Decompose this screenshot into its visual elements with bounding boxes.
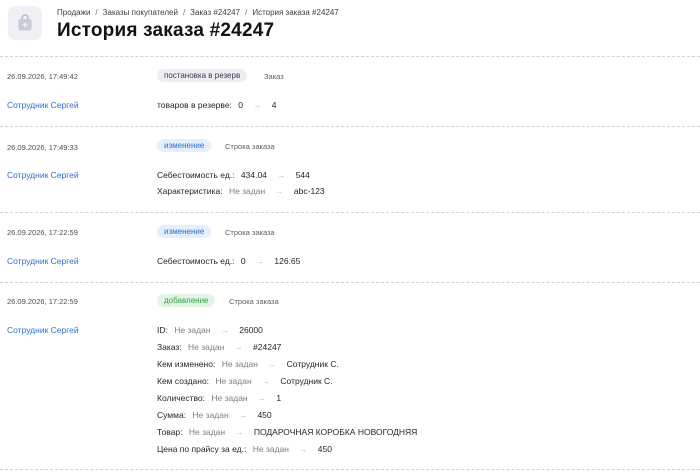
- breadcrumb-separator: /: [245, 8, 248, 17]
- divider: [0, 126, 700, 127]
- action-badge: изменение: [157, 225, 212, 238]
- breadcrumb-separator: /: [95, 8, 98, 17]
- entry-timestamp: 26.09.2026, 17:49:33: [7, 143, 78, 152]
- change-row: Цена по прайсу за ед.: Не задан → 450: [157, 444, 332, 454]
- old-value: Не задан: [211, 393, 248, 403]
- divider: [0, 282, 700, 283]
- divider: [0, 469, 700, 470]
- arrow-right-icon: →: [253, 101, 262, 110]
- entity-tag: Строка заказа: [225, 228, 275, 237]
- field-label: Кем создано:: [157, 376, 210, 386]
- change-row: товаров в резерве: 0 → 4: [157, 100, 277, 110]
- new-value: Сотрудник С.: [286, 359, 339, 369]
- field-label: Себестоимость ед.:: [157, 256, 235, 266]
- arrow-right-icon: →: [277, 171, 286, 180]
- new-value: 450: [317, 444, 332, 454]
- new-value: ПОДАРОЧНАЯ КОРОБКА НОВОГОДНЯЯ: [253, 427, 418, 437]
- change-row: ID: Не задан → 26000: [157, 325, 263, 335]
- action-badge: изменение: [157, 139, 212, 152]
- breadcrumb-item-current: История заказа #24247: [252, 8, 339, 17]
- divider: [0, 212, 700, 213]
- entity-tag: Заказ: [264, 72, 284, 81]
- arrow-right-icon: →: [268, 360, 277, 369]
- app-logo[interactable]: [8, 6, 42, 40]
- new-value: 4: [271, 100, 277, 110]
- new-value: 26000: [239, 325, 263, 335]
- old-value: Не задан: [221, 359, 258, 369]
- field-label: Цена по прайсу за ед.:: [157, 444, 247, 454]
- new-value: #24247: [253, 342, 282, 352]
- arrow-right-icon: →: [239, 411, 248, 420]
- change-row: Сумма: Не задан → 450: [157, 410, 272, 420]
- breadcrumb-item-sales[interactable]: Продажи: [57, 8, 90, 17]
- old-value: Не задан: [188, 427, 226, 437]
- change-row: Кем изменено: Не задан → Сотрудник С.: [157, 359, 339, 369]
- arrow-right-icon: →: [235, 428, 244, 437]
- old-value: Не задан: [228, 186, 266, 196]
- old-value: 434.04: [240, 170, 267, 180]
- action-badge: добавление: [157, 294, 216, 307]
- new-value: abc-123: [293, 186, 325, 196]
- arrow-right-icon: →: [256, 257, 265, 266]
- field-label: Сумма:: [157, 410, 187, 420]
- change-row: Товар: Не задан → ПОДАРОЧНАЯ КОРОБКА НОВ…: [157, 427, 417, 437]
- breadcrumb-separator: /: [182, 8, 186, 17]
- breadcrumb-item-order[interactable]: Заказ #24247: [190, 8, 240, 17]
- entry-timestamp: 26.09.2026, 17:49:42: [7, 72, 78, 81]
- user-link[interactable]: Сотрудник Сергей: [7, 100, 79, 110]
- entry-timestamp: 26.09.2026, 17:22:59: [7, 297, 78, 306]
- new-value: 450: [257, 410, 272, 420]
- old-value: Не задан: [174, 325, 211, 335]
- field-label: Себестоимость ед.:: [157, 170, 235, 180]
- user-link[interactable]: Сотрудник Сергей: [7, 325, 79, 335]
- old-value: 0: [240, 256, 246, 266]
- arrow-right-icon: →: [299, 445, 308, 454]
- old-value: Не задан: [192, 410, 229, 420]
- divider: [0, 56, 700, 57]
- breadcrumb-item-orders[interactable]: Заказы покупателей: [103, 8, 178, 17]
- field-label: ID:: [157, 325, 168, 335]
- old-value: Не задан: [252, 444, 289, 454]
- change-row: Кем создано: Не задан → Сотрудник С.: [157, 376, 333, 386]
- entity-tag: Строка заказа: [225, 142, 275, 151]
- user-link[interactable]: Сотрудник Сергей: [7, 256, 79, 266]
- entity-tag: Строка заказа: [229, 297, 279, 306]
- arrow-right-icon: →: [262, 377, 271, 386]
- field-label: товаров в резерве:: [157, 100, 232, 110]
- change-row: Количество: Не задан → 1: [157, 393, 281, 403]
- field-label: Товар:: [157, 427, 183, 437]
- arrow-right-icon: →: [220, 326, 229, 335]
- old-value: Не задан: [188, 342, 225, 352]
- change-row: Заказ: Не задан → #24247: [157, 342, 281, 352]
- new-value: 1: [276, 393, 282, 403]
- old-value: 0: [238, 100, 244, 110]
- entry-timestamp: 26.09.2026, 17:22:59: [7, 228, 78, 237]
- field-label: Количество:: [157, 393, 206, 403]
- new-value: Сотрудник С.: [280, 376, 333, 386]
- page-header: Продажи / Заказы покупателей / Заказ #24247 /…: [0, 0, 700, 56]
- change-row: Себестоимость ед.: 0 → 126.65: [157, 256, 300, 266]
- new-value: 544: [295, 170, 310, 180]
- field-label: Заказ:: [157, 342, 182, 352]
- breadcrumb: Продажи / Заказы покупателей / Заказ #24247 /…: [57, 8, 339, 17]
- arrow-right-icon: →: [258, 394, 266, 403]
- change-row: Себестоимость ед.: 434.04 → 544: [157, 170, 310, 180]
- field-label: Кем изменено:: [157, 359, 216, 369]
- action-badge: постановка в резерв: [157, 69, 248, 82]
- change-row: Характеристика: Не задан → abc-123: [157, 186, 325, 196]
- new-value: 126.65: [274, 256, 301, 266]
- page-title: История заказа #24247: [57, 20, 275, 41]
- arrow-right-icon: →: [275, 187, 284, 196]
- old-value: Не задан: [215, 376, 252, 386]
- bag-icon: [18, 14, 32, 31]
- user-link[interactable]: Сотрудник Сергей: [7, 170, 79, 180]
- field-label: Характеристика:: [157, 186, 223, 196]
- arrow-right-icon: →: [234, 343, 243, 352]
